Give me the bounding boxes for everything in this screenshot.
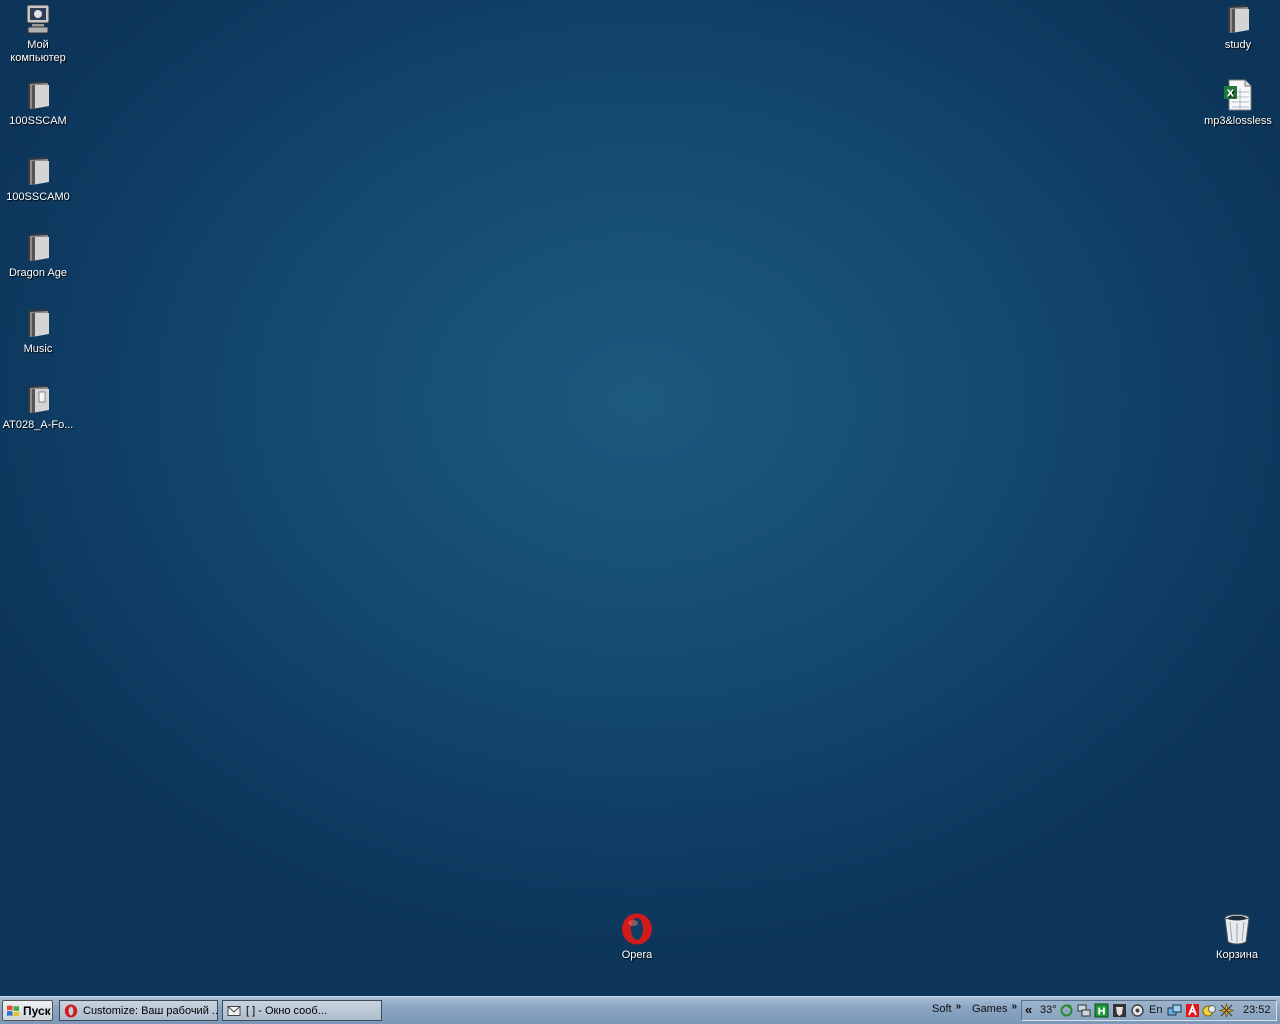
desktop-icon-label: Opera [621,949,653,961]
excel-file-icon: X [1224,79,1252,111]
recycle-bin-icon [1224,914,1250,945]
desktop-icon-excel-mp3-lossless[interactable]: X mp3&lossless [1200,78,1276,128]
start-label: Пуск [23,1003,51,1018]
chevron-right-icon: » [955,1001,962,1012]
desktop-icon-folder-dragon-age[interactable]: Dragon Age [0,230,76,280]
svg-text:X: X [1227,89,1235,100]
system-tray: « 33° H En 23:52 [1021,1000,1277,1021]
folder-icon [28,385,49,413]
desktop-icon-label: Корзина [1216,949,1258,961]
toolbar-games[interactable]: Games» [972,1001,1018,1015]
desktop-icon-label: Мой компьютер [10,39,66,64]
taskbar-button-opera[interactable]: Customize: Ваш рабочий ... [59,1000,218,1021]
folder-icon [28,309,49,337]
my-computer-icon [26,4,50,34]
messenger-icon[interactable] [1202,1003,1217,1018]
desktop-icon-folder-at028[interactable]: AT028_A-Fo... [0,382,76,432]
tray-clock[interactable]: 23:52 [1243,1004,1271,1016]
desktop-icon-folder-100sscam[interactable]: 100SSCAM [0,78,76,128]
folder-icon [28,157,49,185]
shield-face-icon[interactable] [1112,1003,1127,1018]
desktop-icon-label: 100SSCAM [9,115,67,127]
recycle-arrows-icon[interactable] [1059,1003,1074,1018]
desktop-icon-folder-study[interactable]: study [1200,2,1276,52]
taskbar: Пуск Customize: Ваш рабочий ... [ ] - Ок… [0,996,1280,1024]
network-icon[interactable] [1076,1003,1091,1018]
desktop-icon-opera[interactable]: Opera [599,912,675,962]
svg-text:H: H [1097,1007,1105,1018]
desktop-icon-my-computer[interactable]: Мой компьютер [0,2,76,65]
opera-icon [622,913,652,945]
tray-language[interactable]: En [1149,1004,1162,1016]
windows-logo-icon [7,1005,19,1016]
taskbar-button-label: Customize: Ваш рабочий ... [83,1004,218,1017]
desktop-icon-label: mp3&lossless [1204,115,1272,127]
desktop-icon-label: 100SSCAM0 [6,191,70,203]
start-button[interactable]: Пуск [2,1000,53,1021]
chevron-right-icon: » [1011,1001,1018,1012]
folder-icon [1228,5,1249,33]
desktop-icon-folder-music[interactable]: Music [0,306,76,356]
star-burst-icon[interactable] [1219,1003,1234,1018]
gear-icon[interactable] [1130,1003,1145,1018]
tray-temperature[interactable]: 33° [1040,1004,1057,1016]
taskbar-button-message-window[interactable]: [ ] - Окно сооб... [222,1000,382,1021]
desktop-icon-label: Dragon Age [8,267,68,279]
folder-icon [28,81,49,109]
taskbar-button-label: [ ] - Окно сооб... [246,1004,327,1017]
h-green-icon[interactable]: H [1094,1003,1109,1018]
desktop-icon-label: Music [23,343,53,355]
antivirus-icon[interactable] [1185,1003,1200,1018]
desktop-icon-recycle-bin[interactable]: Корзина [1199,912,1275,962]
toolbar-label: Games [972,1003,1008,1015]
monitors-icon[interactable] [1167,1003,1182,1018]
desktop[interactable]: Мой компьютер 100SSCAM 100SSCAM0 Dragon … [0,0,1280,996]
toolbar-label: Soft [932,1003,952,1015]
message-icon [227,1005,241,1016]
desktop-icon-label: study [1224,39,1252,51]
opera-icon [64,1004,78,1017]
desktop-icon-folder-100sscam0[interactable]: 100SSCAM0 [0,154,76,204]
folder-icon [28,233,49,261]
desktop-icon-label: AT028_A-Fo... [2,419,74,431]
tray-expand-button[interactable]: « [1025,1002,1032,1017]
toolbar-soft[interactable]: Soft» [932,1001,962,1015]
